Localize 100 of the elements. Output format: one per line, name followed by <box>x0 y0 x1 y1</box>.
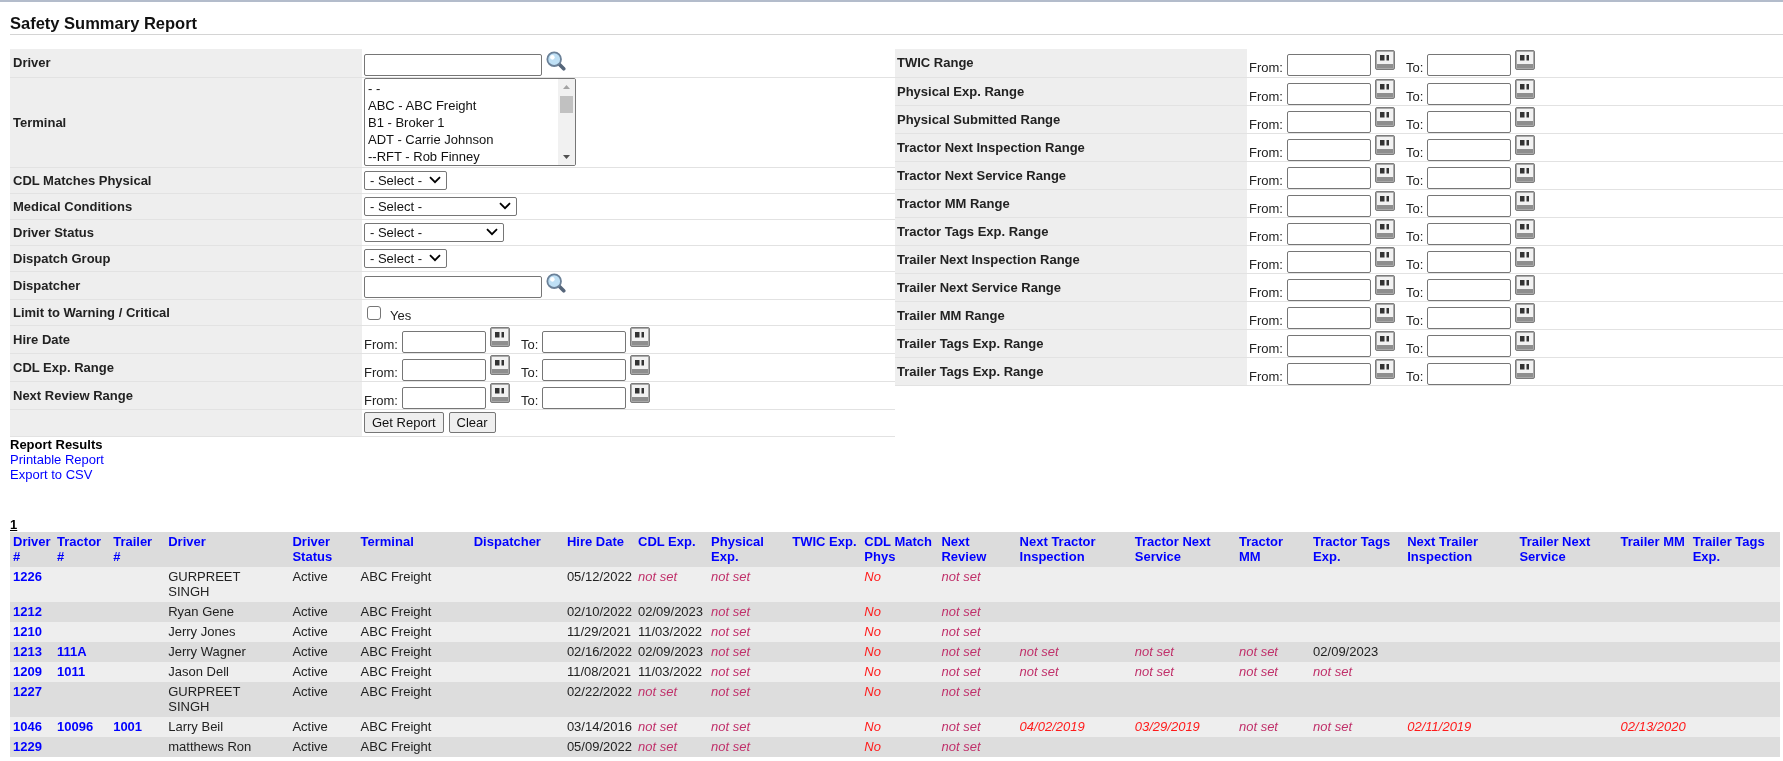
text-field[interactable] <box>364 276 542 298</box>
calendar-icon[interactable] <box>1515 358 1536 379</box>
date-field[interactable] <box>1286 334 1371 357</box>
calendar-icon[interactable] <box>489 354 510 375</box>
date-field[interactable] <box>1286 110 1371 133</box>
calendar-icon[interactable] <box>1374 78 1395 99</box>
calendar-icon[interactable] <box>1515 190 1536 211</box>
calendar-icon[interactable] <box>1515 50 1536 71</box>
table-link[interactable]: 1210 <box>13 623 42 639</box>
column-header[interactable]: Terminal <box>357 531 471 567</box>
calendar-icon[interactable] <box>1374 218 1395 239</box>
calendar-icon[interactable] <box>1374 246 1395 267</box>
date-field[interactable] <box>1286 306 1371 329</box>
date-field[interactable] <box>1286 362 1371 385</box>
column-header[interactable]: Hire Date <box>563 531 635 567</box>
column-header[interactable]: Tractor MM <box>1235 531 1311 567</box>
column-header[interactable]: Tractor Tags Exp. <box>1310 531 1405 567</box>
scrollbar[interactable] <box>558 79 575 165</box>
search-icon[interactable] <box>546 273 566 293</box>
table-link[interactable]: 1209 <box>13 663 42 679</box>
select-dropdown[interactable]: - Select - <box>364 170 447 190</box>
calendar-icon[interactable] <box>1515 330 1536 351</box>
checkbox-label[interactable]: Yes <box>390 308 412 323</box>
report-link[interactable]: Printable Report <box>10 451 104 467</box>
listbox-option[interactable]: B1 - Broker 1 <box>368 114 558 131</box>
date-field[interactable] <box>1427 222 1512 245</box>
table-link[interactable]: 1229 <box>13 738 42 754</box>
calendar-icon[interactable] <box>1374 134 1395 155</box>
terminal-listbox[interactable]: - - ABC - ABC Freight B1 - Broker 1 ADT - Carrie Johnson --RFT - Rob Finney <box>364 78 576 166</box>
table-link[interactable]: 111A <box>57 643 87 659</box>
calendar-icon[interactable] <box>1515 134 1536 155</box>
calendar-icon[interactable] <box>630 382 651 403</box>
date-field[interactable] <box>1286 194 1371 217</box>
date-field[interactable] <box>1286 138 1371 161</box>
clear-button[interactable]: Clear <box>448 412 496 433</box>
calendar-icon[interactable] <box>1374 302 1395 323</box>
table-link[interactable]: 1001 <box>113 718 143 734</box>
calendar-icon[interactable] <box>1515 106 1536 127</box>
column-header[interactable]: Tractor # <box>54 531 111 567</box>
column-header[interactable]: CDL Match Phys <box>861 531 939 567</box>
table-link[interactable]: 1226 <box>13 568 42 584</box>
column-header[interactable]: Driver <box>165 531 290 567</box>
column-header[interactable]: Driver # <box>10 531 55 567</box>
table-link[interactable]: 1227 <box>13 683 42 699</box>
calendar-icon[interactable] <box>1515 218 1536 239</box>
select-dropdown[interactable]: - Select - <box>364 222 504 242</box>
calendar-icon[interactable] <box>1515 246 1536 267</box>
select-dropdown[interactable]: - Select - <box>364 196 517 216</box>
column-header[interactable]: Tractor Next Service <box>1131 531 1236 567</box>
calendar-icon[interactable] <box>630 326 651 347</box>
date-field[interactable] <box>1427 278 1512 301</box>
date-field[interactable] <box>1427 82 1512 105</box>
calendar-icon[interactable] <box>1515 274 1536 295</box>
checkbox[interactable] <box>367 306 381 320</box>
calendar-icon[interactable] <box>1515 162 1536 183</box>
date-field[interactable] <box>542 386 627 409</box>
table-link[interactable]: 1046 <box>13 718 42 734</box>
calendar-icon[interactable] <box>1374 106 1395 127</box>
date-field[interactable] <box>1286 278 1371 301</box>
date-field[interactable] <box>401 386 486 409</box>
page-link[interactable]: 1 <box>10 516 18 532</box>
table-link[interactable]: 10096 <box>57 718 94 734</box>
column-header[interactable]: TWIC Exp. <box>789 531 862 567</box>
calendar-icon[interactable] <box>1374 274 1395 295</box>
column-header[interactable]: CDL Exp. <box>635 531 709 567</box>
column-header[interactable]: Trailer # <box>110 531 166 567</box>
date-field[interactable] <box>1427 250 1512 273</box>
listbox-option[interactable]: --RFT - Rob Finney <box>368 148 558 165</box>
date-field[interactable] <box>1286 250 1371 273</box>
listbox-option[interactable]: - - <box>368 80 558 97</box>
text-field[interactable] <box>364 53 542 76</box>
calendar-icon[interactable] <box>489 382 510 403</box>
table-link[interactable]: 1011 <box>57 663 86 679</box>
table-link[interactable]: 1212 <box>13 603 42 619</box>
date-field[interactable] <box>1427 54 1512 77</box>
calendar-icon[interactable] <box>1374 162 1395 183</box>
listbox-option[interactable]: ABC - ABC Freight <box>368 97 558 114</box>
date-field[interactable] <box>1427 138 1512 161</box>
column-header[interactable]: Trailer MM <box>1617 531 1690 567</box>
calendar-icon[interactable] <box>1374 50 1395 71</box>
calendar-icon[interactable] <box>1374 330 1395 351</box>
column-header[interactable]: Driver Status <box>289 531 358 567</box>
calendar-icon[interactable] <box>1374 358 1395 379</box>
date-field[interactable] <box>1427 166 1512 189</box>
column-header[interactable]: Next Tractor Inspection <box>1016 531 1132 567</box>
search-icon[interactable] <box>546 50 566 71</box>
get-report-button[interactable]: Get Report <box>364 412 444 433</box>
calendar-icon[interactable] <box>1515 302 1536 323</box>
calendar-icon[interactable] <box>630 354 651 375</box>
report-link[interactable]: Export to CSV <box>10 466 93 482</box>
listbox-option[interactable]: ADT - Carrie Johnson <box>368 131 558 148</box>
date-field[interactable] <box>1427 306 1512 329</box>
date-field[interactable] <box>1286 82 1371 105</box>
column-header[interactable]: Next Review <box>938 531 1017 567</box>
date-field[interactable] <box>1427 194 1512 217</box>
date-field[interactable] <box>1427 334 1512 357</box>
column-header[interactable]: Next Trailer Inspection <box>1404 531 1517 567</box>
date-field[interactable] <box>542 330 627 353</box>
calendar-icon[interactable] <box>489 326 510 347</box>
table-link[interactable]: 1213 <box>13 643 42 659</box>
